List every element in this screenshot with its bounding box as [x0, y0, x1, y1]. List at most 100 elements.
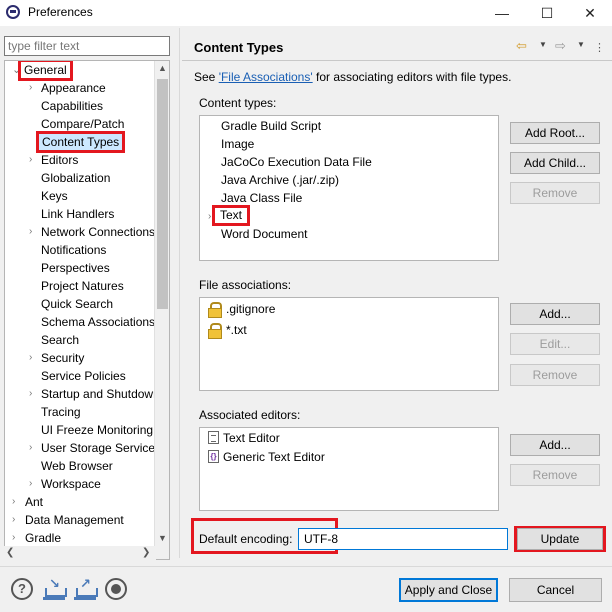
tree-item-startup-and-shutdown[interactable]: Startup and Shutdown: [41, 385, 160, 403]
apply-and-close-button[interactable]: Apply and Close: [399, 578, 498, 602]
tree-item-network-connections[interactable]: Network Connections: [41, 223, 155, 241]
remove-file-association-button[interactable]: Remove: [510, 364, 600, 386]
export-icon[interactable]: ↗: [74, 576, 98, 600]
view-menu-icon[interactable]: ⋮: [594, 41, 605, 54]
tree-item-editors[interactable]: Editors: [41, 151, 78, 169]
record-icon[interactable]: [105, 578, 127, 600]
file-association-item[interactable]: .gitignore: [226, 300, 275, 318]
file-associations-label: File associations:: [199, 278, 292, 292]
header-separator: [182, 60, 612, 61]
tree-item-ant[interactable]: Ant: [25, 493, 43, 511]
text-editor-icon: [208, 431, 219, 444]
content-type-item-text[interactable]: Text: [211, 205, 251, 226]
content-type-item[interactable]: Gradle Build Script: [221, 117, 321, 135]
forward-arrow-icon[interactable]: ⇨: [555, 38, 566, 54]
add-child-button[interactable]: Add Child...: [510, 152, 600, 174]
expand-arrow-icon[interactable]: ›: [12, 529, 15, 547]
tree-item-quick-search[interactable]: Quick Search: [41, 295, 113, 313]
scroll-up-arrow-icon[interactable]: ▲: [155, 61, 169, 76]
preferences-tree[interactable]: ⌄ General › Appearance Capabilities Comp…: [4, 60, 170, 560]
import-icon[interactable]: ↘: [43, 576, 67, 600]
expand-arrow-icon[interactable]: ›: [29, 79, 32, 97]
content-type-item[interactable]: Word Document: [221, 225, 307, 243]
content-type-item[interactable]: Java Class File: [221, 189, 302, 207]
tree-item-compare-patch[interactable]: Compare/Patch: [41, 115, 124, 133]
panel-divider[interactable]: [179, 28, 180, 558]
expand-arrow-icon[interactable]: ›: [29, 223, 32, 241]
back-arrow-icon[interactable]: ⇦: [516, 38, 527, 54]
tree-horizontal-scrollbar[interactable]: ❮ ❯: [4, 546, 156, 560]
cancel-button[interactable]: Cancel: [509, 578, 602, 602]
content-types-label: Content types:: [199, 96, 277, 110]
expand-arrow-icon[interactable]: ⌄: [12, 61, 21, 79]
footer-separator: [0, 566, 612, 567]
tree-item-notifications[interactable]: Notifications: [41, 241, 106, 259]
tree-item-content-types[interactable]: Content Types: [35, 131, 126, 153]
editor-item[interactable]: Text Editor: [223, 429, 280, 447]
tree-item-search[interactable]: Search: [41, 331, 79, 349]
expand-arrow-icon[interactable]: ›: [12, 511, 15, 529]
expand-arrow-icon[interactable]: ›: [29, 349, 32, 367]
tree-item-project-natures[interactable]: Project Natures: [41, 277, 124, 295]
window-title: Preferences: [28, 5, 93, 19]
editor-item[interactable]: Generic Text Editor: [223, 448, 325, 466]
content-type-item[interactable]: Java Archive (.jar/.zip): [221, 171, 339, 189]
tree-item-tracing[interactable]: Tracing: [41, 403, 81, 421]
tree-item-perspectives[interactable]: Perspectives: [41, 259, 110, 277]
scroll-down-arrow-icon[interactable]: ▼: [155, 531, 169, 546]
tree-item-schema-associations[interactable]: Schema Associations: [41, 313, 155, 331]
help-icon[interactable]: ?: [11, 578, 33, 600]
associated-editors-list[interactable]: Text Editor {} Generic Text Editor: [199, 427, 499, 511]
default-encoding-label: Default encoding:: [199, 532, 293, 546]
tree-item-keys[interactable]: Keys: [41, 187, 68, 205]
close-button[interactable]: ✕: [568, 0, 612, 26]
minimize-button[interactable]: —: [480, 0, 524, 26]
expand-arrow-icon[interactable]: ›: [29, 475, 32, 493]
tree-item-capabilities[interactable]: Capabilities: [41, 97, 103, 115]
expand-arrow-icon[interactable]: ›: [208, 208, 211, 226]
page-title: Content Types: [194, 40, 284, 55]
file-associations-list[interactable]: .gitignore *.txt: [199, 297, 499, 391]
add-root-button[interactable]: Add Root...: [510, 122, 600, 144]
expand-arrow-icon[interactable]: ›: [29, 385, 32, 403]
associated-editors-label: Associated editors:: [199, 408, 301, 422]
tree-item-appearance[interactable]: Appearance: [41, 79, 106, 97]
remove-editor-button[interactable]: Remove: [510, 464, 600, 486]
default-encoding-input[interactable]: UTF-8: [298, 528, 508, 550]
eclipse-app-icon: [6, 5, 20, 19]
maximize-button[interactable]: ☐: [525, 0, 569, 26]
file-associations-link[interactable]: 'File Associations': [219, 70, 313, 84]
expand-arrow-icon[interactable]: ›: [29, 439, 32, 457]
tree-item-security[interactable]: Security: [41, 349, 84, 367]
content-type-item[interactable]: JaCoCo Execution Data File: [221, 153, 372, 171]
tree-item-web-browser[interactable]: Web Browser: [41, 457, 113, 475]
content-type-item[interactable]: Image: [221, 135, 254, 153]
tree-vertical-scrollbar[interactable]: ▲ ▼: [154, 61, 169, 559]
tree-item-data-management[interactable]: Data Management: [25, 511, 124, 529]
expand-arrow-icon[interactable]: ›: [12, 493, 15, 511]
scroll-thumb[interactable]: [157, 79, 168, 309]
tree-item-workspace[interactable]: Workspace: [41, 475, 101, 493]
expand-arrow-icon[interactable]: ›: [29, 151, 32, 169]
remove-content-type-button[interactable]: Remove: [510, 182, 600, 204]
tree-item-service-policies[interactable]: Service Policies: [41, 367, 126, 385]
tree-item-globalization[interactable]: Globalization: [41, 169, 110, 187]
file-association-item[interactable]: *.txt: [226, 321, 247, 339]
tree-item-link-handlers[interactable]: Link Handlers: [41, 205, 114, 223]
scroll-right-arrow-icon[interactable]: ❯: [142, 546, 150, 560]
back-dropdown-icon[interactable]: ▼: [539, 40, 547, 49]
scroll-left-arrow-icon[interactable]: ❮: [6, 546, 14, 560]
edit-file-association-button[interactable]: Edit...: [510, 333, 600, 355]
tree-item-gradle[interactable]: Gradle: [25, 529, 61, 547]
generic-editor-icon: {}: [208, 450, 219, 463]
tree-item-ui-freeze-monitoring[interactable]: UI Freeze Monitoring: [41, 421, 153, 439]
add-editor-button[interactable]: Add...: [510, 434, 600, 456]
forward-dropdown-icon[interactable]: ▼: [577, 40, 585, 49]
update-button[interactable]: Update: [517, 528, 603, 550]
content-types-tree[interactable]: Gradle Build Script Image JaCoCo Executi…: [199, 115, 499, 261]
filter-input[interactable]: type filter text: [4, 36, 170, 56]
add-file-association-button[interactable]: Add...: [510, 303, 600, 325]
tree-item-general[interactable]: General: [18, 61, 73, 81]
tree-item-user-storage-service[interactable]: User Storage Service: [41, 439, 155, 457]
page-description: See 'File Associations' for associating …: [194, 70, 512, 84]
